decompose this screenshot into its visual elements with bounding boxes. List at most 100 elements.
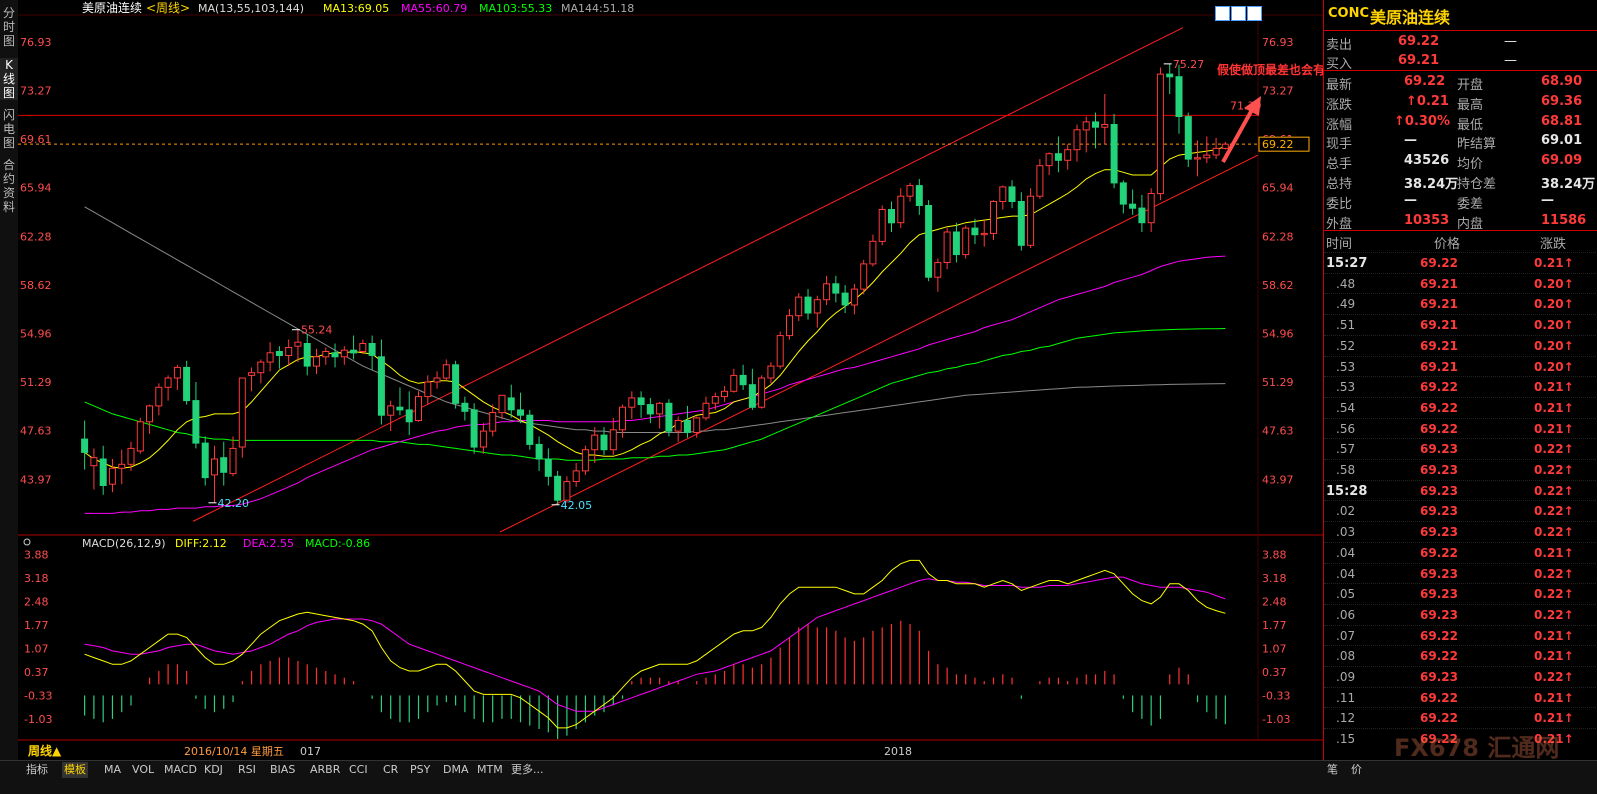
price-axis-label-right: 51.29	[1262, 376, 1294, 389]
zoom-in-icon[interactable]	[1215, 6, 1230, 21]
price-axis-label-right: 54.96	[1262, 327, 1294, 340]
indicator-tab[interactable]: RSI	[236, 762, 258, 778]
candle-body	[526, 414, 534, 445]
kline-chart[interactable]: 美原油连续 <周线> MA(13,55,103,144) MA13:69.05 MA55…	[18, 0, 1323, 760]
indicator-tab[interactable]: MTM	[475, 762, 505, 778]
tick-row: .58 69.23 0.22↑	[1324, 459, 1597, 481]
candle-body	[693, 417, 701, 433]
candle-body	[118, 463, 126, 469]
stat-value: 68.81	[1541, 113, 1583, 129]
indicator-tab[interactable]: DMA	[441, 762, 471, 778]
macd-axis-label-right: 3.18	[1262, 572, 1287, 585]
stat-value: —	[1541, 192, 1554, 208]
tick-time: .52	[1336, 338, 1356, 353]
candle-body	[702, 402, 710, 419]
tick-price: 69.22	[1420, 380, 1458, 395]
tick-price: 69.22	[1420, 628, 1458, 643]
candle-body	[387, 405, 395, 416]
tick-price: 69.23	[1420, 607, 1458, 622]
candle-body	[628, 397, 636, 408]
price-axis-label-left: 47.63	[20, 425, 52, 438]
candle-body	[683, 420, 691, 433]
tick-row: .05 69.23 0.22↑	[1324, 583, 1597, 605]
tick-change: 0.22↑	[1534, 525, 1574, 540]
tick-change: 0.21↑	[1534, 545, 1574, 560]
candle-body	[313, 356, 320, 367]
candle-body	[748, 384, 756, 408]
stat-label: 最低	[1457, 117, 1484, 133]
tick-row: .49 69.21 0.20↑	[1324, 293, 1597, 315]
stat-value: 10353	[1404, 212, 1450, 228]
candle-body	[952, 231, 960, 256]
ma13-legend: MA13:69.05	[323, 2, 389, 15]
indicator-tab[interactable]: CCI	[347, 762, 370, 778]
tick-price: 69.21	[1420, 276, 1458, 291]
indicator-tab[interactable]: 指标	[24, 762, 50, 778]
tick-row: .54 69.22 0.21↑	[1324, 396, 1597, 419]
indicator-tab[interactable]: BIAS	[268, 762, 297, 778]
peak-label: 55.24	[301, 324, 333, 337]
candle-body	[897, 195, 905, 224]
candle-body	[646, 404, 654, 415]
nav-tab-contract-info[interactable]: 合约资料	[0, 158, 18, 214]
macd-dea-legend: DEA:2.55	[243, 537, 294, 550]
candle-body	[201, 442, 209, 479]
chart-background	[18, 0, 1323, 760]
price-axis-label-right: 73.27	[1262, 84, 1294, 97]
chart-settings-icon[interactable]	[1247, 6, 1262, 21]
candle-body	[1166, 73, 1174, 78]
tick-price: 69.23	[1420, 483, 1458, 498]
tick-time: .02	[1336, 504, 1356, 519]
low1-label: 42.20	[217, 497, 249, 510]
candle-body	[934, 262, 942, 278]
quote-code: CONC	[1328, 6, 1370, 21]
candle-body	[275, 351, 283, 356]
macd-axis-label-left: 1.07	[24, 643, 49, 656]
tab-trades[interactable]: 笔	[1325, 762, 1340, 778]
macd-label: MACD(26,12,9)	[82, 537, 166, 550]
indicator-tab[interactable]: MA	[102, 762, 123, 778]
indicator-tab[interactable]: ARBR	[308, 762, 342, 778]
tick-row: 15:28 69.23 0.22↑	[1324, 479, 1597, 502]
tick-change: 0.21↑	[1534, 690, 1574, 705]
tab-price[interactable]: 价	[1349, 762, 1364, 778]
candle-body	[1073, 129, 1081, 151]
tick-change: 0.20↑	[1534, 276, 1574, 291]
indicator-tab[interactable]: 模板	[62, 762, 88, 778]
candle-body	[841, 292, 849, 306]
watermark: FX678 汇通网	[1394, 734, 1560, 762]
macd-axis-label-right: -0.33	[1262, 689, 1290, 702]
tick-price: 69.23	[1420, 566, 1458, 581]
nav-tab-timeshare[interactable]: 分时图	[0, 6, 18, 48]
left-nav: 分时图 K线图 闪电图 合约资料	[0, 0, 19, 777]
tick-change: 0.22↑	[1534, 607, 1574, 622]
nav-tab-kline[interactable]: K线图	[0, 58, 18, 100]
candle-body	[1027, 195, 1035, 246]
quote-name: 美原油连续	[1370, 8, 1451, 27]
tick-row: .09 69.23 0.22↑	[1324, 666, 1597, 688]
candle-body	[470, 409, 478, 448]
nav-tab-flash[interactable]: 闪电图	[0, 108, 18, 150]
tick-row: .56 69.22 0.21↑	[1324, 417, 1597, 440]
stat-value: 69.22	[1404, 74, 1446, 89]
candle-body	[220, 457, 228, 473]
stat-label: 委比	[1326, 196, 1353, 212]
candle-body	[1138, 207, 1146, 224]
indicator-tab[interactable]: MACD	[162, 762, 199, 778]
indicator-tab[interactable]: KDJ	[202, 762, 225, 778]
indicator-tab[interactable]: PSY	[408, 762, 432, 778]
tick-time: .57	[1336, 442, 1356, 457]
stat-value: 43526	[1404, 153, 1450, 169]
indicator-tab[interactable]: CR	[381, 762, 400, 778]
candle-body	[795, 296, 803, 317]
bottom-bar: 指标 模板 MA VOL MACD KDJ RSI BIAS ARBR CCI CR PSY DMA MT…	[0, 760, 1597, 794]
candle-body	[507, 397, 515, 411]
buy-row: 买入 69.21 —	[1324, 51, 1597, 72]
indicator-tab[interactable]: 更多...	[509, 762, 546, 778]
chart-tool-icon[interactable]	[1231, 6, 1246, 21]
tick-time: .54	[1336, 400, 1356, 415]
indicator-tab[interactable]: VOL	[130, 762, 156, 778]
candle-body	[108, 467, 116, 485]
candle-body	[173, 366, 181, 379]
tick-time: .49	[1336, 297, 1356, 312]
